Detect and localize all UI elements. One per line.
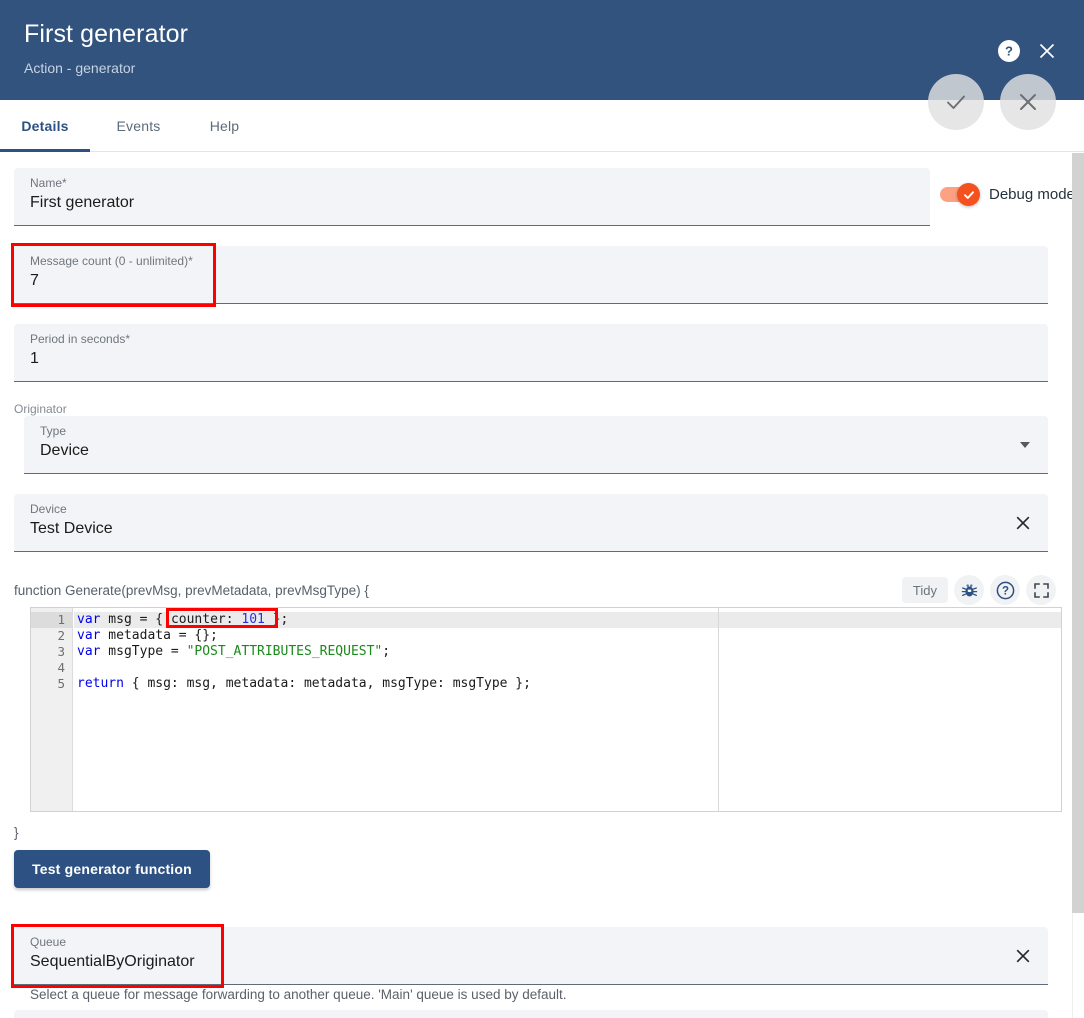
editor-gutter: 1 2 3 4 5 [31,608,73,811]
message-count-value: 7 [30,272,39,289]
device-label: Device [30,502,67,516]
bug-icon[interactable] [954,575,984,605]
line-number: 4 [57,660,65,675]
chevron-down-icon[interactable] [1020,442,1030,448]
code-line: return { msg: msg, metadata: metadata, m… [77,676,531,691]
device-field[interactable]: Device Test Device [14,494,1048,552]
queue-hint-text: Select a queue for message forwarding to… [30,987,567,1002]
toggle-thumb [957,183,980,206]
editor-toolbar: Tidy ? [901,575,1056,605]
debug-mode-label: Debug mode [989,186,1075,203]
debug-mode-toggle[interactable]: Debug mode [940,183,1075,206]
originator-type-field[interactable]: Type Device [24,416,1048,474]
code-line: var metadata = {}; [77,628,218,643]
originator-caption: Originator [14,402,67,416]
scrollbar-thumb[interactable] [1072,153,1084,913]
queue-field[interactable]: Queue SequentialByOriginator [14,927,1048,985]
editor-help-icon[interactable]: ? [990,575,1020,605]
help-icon[interactable]: ? [998,40,1020,62]
name-field-value: First generator [30,194,135,211]
queue-clear-icon[interactable] [1010,943,1036,969]
dialog-header: First generator Action - generator ? [0,0,1084,100]
period-field[interactable]: Period in seconds* 1 [14,324,1048,382]
function-signature: function Generate(prevMsg, prevMetadata,… [14,583,369,598]
period-value: 1 [30,350,39,367]
line-number: 5 [57,676,65,691]
tab-bar: Details Events Help [0,100,1084,152]
close-icon[interactable] [1036,40,1058,62]
tab-events[interactable]: Events [90,100,187,152]
period-label: Period in seconds* [30,332,131,346]
test-generator-function-button[interactable]: Test generator function [14,850,210,888]
originator-type-value: Device [40,442,89,459]
message-count-label: Message count (0 - unlimited)* [30,254,193,268]
originator-type-label: Type [40,424,67,438]
editor-right-pane [719,608,1061,811]
code-editor[interactable]: 1 2 3 4 5 var msg = { counter: 101 }; va… [30,607,1062,812]
details-form: Name* First generator Debug mode Message… [0,153,1078,1018]
device-clear-icon[interactable] [1010,510,1036,536]
page-title: First generator [24,20,189,48]
tab-help[interactable]: Help [187,100,262,152]
cancel-button[interactable] [1000,74,1056,130]
code-line: var msgType = "POST_ATTRIBUTES_REQUEST"; [77,644,391,659]
line-number: 2 [57,628,65,643]
name-field[interactable]: Name* First generator [14,168,930,226]
apply-button[interactable] [928,74,984,130]
toggle-track [940,183,980,206]
name-field-label: Name* [30,176,67,190]
svg-text:?: ? [1005,44,1013,59]
tidy-button[interactable]: Tidy [901,577,948,603]
fullscreen-icon[interactable] [1026,575,1056,605]
line-number: 3 [57,644,65,659]
vertical-scrollbar[interactable] [1072,153,1084,1018]
gutter-active-line [31,612,73,628]
queue-label: Queue [30,935,67,949]
queue-value: SequentialByOriginator [30,953,195,970]
next-field-partial[interactable] [14,1010,1048,1018]
message-count-field[interactable]: Message count (0 - unlimited)* 7 [14,246,1048,304]
line-number: 1 [57,612,65,627]
device-value: Test Device [30,520,113,537]
tab-details[interactable]: Details [0,100,90,152]
rule-node-details-dialog: First generator Action - generator ? Det… [0,0,1084,1018]
function-closing-brace: } [14,825,19,840]
code-line: var msg = { counter: 101 }; [77,612,289,627]
page-subtitle: Action - generator [24,60,136,76]
svg-text:?: ? [1001,585,1008,597]
